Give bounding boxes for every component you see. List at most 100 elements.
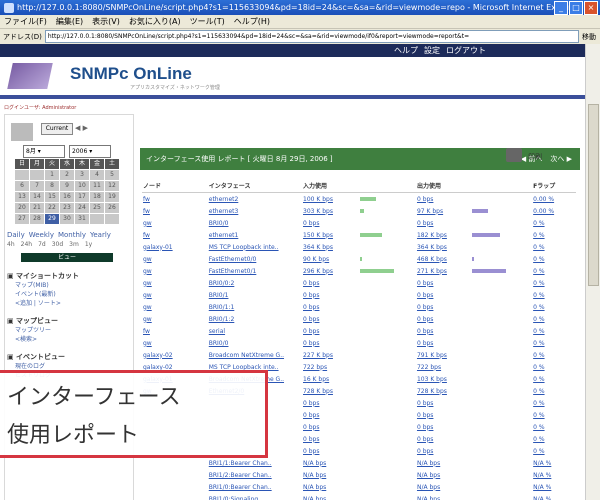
menu-item[interactable]: ファイル(F) [4,16,47,27]
flap-value[interactable]: 0 % [532,265,576,277]
flap-value[interactable]: 0 % [532,313,576,325]
period-mode-link[interactable]: Monthly [58,231,86,239]
calendar-day[interactable]: 23 [60,203,74,213]
calendar-day[interactable]: 29 [45,214,59,224]
interface-link[interactable]: BRI1/0:Bearer Chan.. [208,481,302,493]
top-link[interactable]: ログアウト [446,45,486,56]
flap-value[interactable]: 0.00 % [532,193,576,206]
print-icon[interactable] [506,148,522,162]
period-range-link[interactable]: 1y [85,241,92,248]
output-usage[interactable]: 728 K bps [416,385,471,397]
flap-value[interactable]: 0 % [532,253,576,265]
year-select[interactable]: 2006 ▾ [69,145,111,158]
calendar-day[interactable]: 31 [75,214,89,224]
output-usage[interactable]: 468 K bps [416,253,471,265]
calendar-day[interactable]: 10 [75,181,89,191]
date-arrows[interactable]: ◀ ▶ [75,124,88,132]
interface-link[interactable]: BRI0/0 [208,337,302,349]
node-link[interactable]: gw [142,217,208,229]
input-usage[interactable]: 100 K bps [302,193,359,206]
input-usage[interactable]: 0 bps [302,325,359,337]
minimize-button[interactable]: _ [554,1,568,15]
input-usage[interactable]: N/A bps [302,493,359,500]
flap-value[interactable]: 0 % [532,397,576,409]
top-link[interactable]: 設定 [424,45,440,56]
calendar-day[interactable]: 7 [30,181,44,191]
output-usage[interactable]: 722 bps [416,361,471,373]
node-link[interactable]: gw [142,337,208,349]
node-link[interactable]: gw [142,253,208,265]
node-link[interactable] [142,481,208,493]
output-usage[interactable]: 364 K bps [416,241,471,253]
output-usage[interactable]: N/A bps [416,481,471,493]
input-usage[interactable]: 0 bps [302,433,359,445]
node-link[interactable]: galaxy-02 [142,349,208,361]
period-range-link[interactable]: 4h [7,241,15,248]
input-usage[interactable]: 0 bps [302,313,359,325]
sidebar-link[interactable]: <検索> [7,335,58,344]
input-usage[interactable]: 16 K bps [302,373,359,385]
top-link[interactable]: ヘルプ [394,45,418,56]
sidebar-section-title[interactable]: ▣ イベントビュー [7,352,65,362]
output-usage[interactable]: 0 bps [416,301,471,313]
interface-link[interactable]: BRI1/0:Signaling [208,493,302,500]
period-range-link[interactable]: 30d [52,241,63,248]
input-usage[interactable]: N/A bps [302,469,359,481]
output-usage[interactable]: 103 K bps [416,373,471,385]
output-usage[interactable]: 0 bps [416,421,471,433]
input-usage[interactable]: 150 K bps [302,229,359,241]
output-usage[interactable]: N/A bps [416,457,471,469]
output-usage[interactable]: 0 bps [416,277,471,289]
output-usage[interactable]: 0 bps [416,193,471,206]
close-button[interactable]: × [584,1,598,15]
flap-value[interactable]: N/A % [532,457,576,469]
scroll-thumb[interactable] [588,104,599,286]
input-usage[interactable]: 0 bps [302,289,359,301]
interface-link[interactable]: ethernet3 [208,205,302,217]
print-label[interactable]: 印刷 [528,152,542,162]
input-usage[interactable]: N/A bps [302,457,359,469]
flap-value[interactable]: 0 % [532,277,576,289]
interface-link[interactable]: BRI0/0:2 [208,277,302,289]
interface-link[interactable]: BRI1/1:Bearer Chan.. [208,457,302,469]
output-usage[interactable]: 0 bps [416,409,471,421]
interface-link[interactable]: BRI0/0 [208,217,302,229]
calendar-day[interactable]: 28 [30,214,44,224]
calendar-day[interactable]: 13 [15,192,29,202]
interface-link[interactable]: BRI0/1:2 [208,313,302,325]
calendar-day[interactable]: 19 [105,192,119,202]
flap-value[interactable]: 0 % [532,241,576,253]
flap-value[interactable]: 0 % [532,361,576,373]
interface-link[interactable]: BRI1/2:Bearer Chan.. [208,469,302,481]
calendar-day[interactable]: 5 [105,170,119,180]
node-link[interactable]: fw [142,205,208,217]
menu-item[interactable]: 編集(E) [56,16,83,27]
input-usage[interactable]: 0 bps [302,301,359,313]
input-usage[interactable]: 227 K bps [302,349,359,361]
interface-link[interactable]: ethernet1 [208,229,302,241]
calendar-day[interactable]: 1 [45,170,59,180]
node-link[interactable]: gw [142,313,208,325]
current-button[interactable]: Current [41,123,73,135]
flap-value[interactable]: 0 % [532,217,576,229]
node-link[interactable] [142,469,208,481]
input-usage[interactable]: 0 bps [302,277,359,289]
calendar-day[interactable]: 21 [30,203,44,213]
calendar-day[interactable]: 2 [60,170,74,180]
calendar-day[interactable]: 4 [90,170,104,180]
input-usage[interactable]: 0 bps [302,445,359,457]
input-usage[interactable]: 0 bps [302,337,359,349]
flap-value[interactable]: 0.00 % [532,205,576,217]
node-link[interactable]: fw [142,229,208,241]
sidebar-section-title[interactable]: ▣ マイショートカット [7,271,79,281]
interface-link[interactable]: serial [208,325,302,337]
interface-link[interactable]: FastEthernet0/1 [208,265,302,277]
node-link[interactable]: gw [142,265,208,277]
calendar-day[interactable]: 6 [15,181,29,191]
menu-item[interactable]: ツール(T) [190,16,225,27]
calendar-day[interactable]: 17 [75,192,89,202]
node-link[interactable]: gw [142,289,208,301]
flap-value[interactable]: 0 % [532,301,576,313]
flap-value[interactable]: 0 % [532,421,576,433]
output-usage[interactable]: 791 K bps [416,349,471,361]
